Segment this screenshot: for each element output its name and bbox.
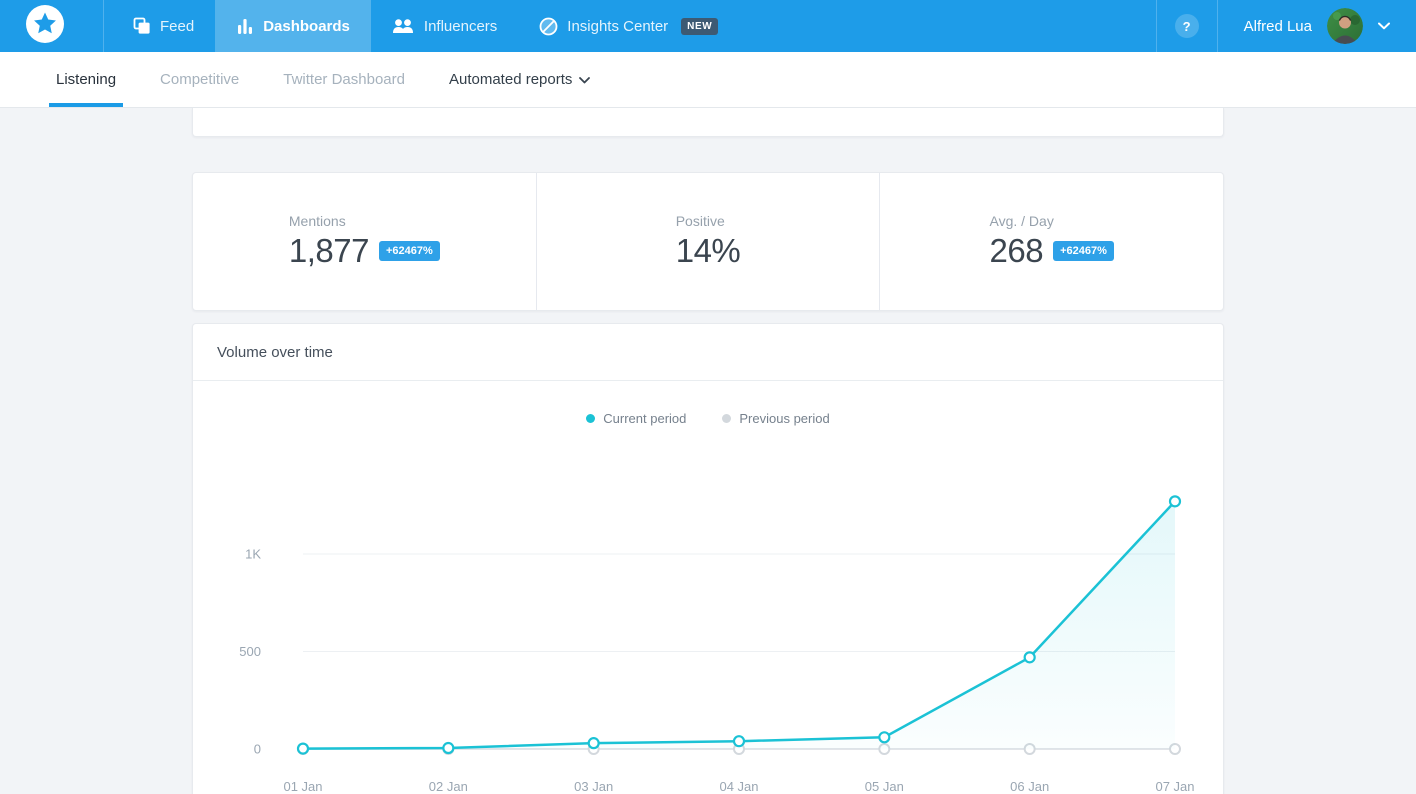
subnav-label: Automated reports: [449, 71, 572, 88]
card-header: Volume over time: [193, 324, 1223, 381]
nav-tab-label: Feed: [160, 18, 194, 35]
stat-value: 14%: [676, 232, 741, 270]
nav-tab-label: Influencers: [424, 18, 497, 35]
svg-text:0: 0: [254, 742, 261, 757]
stat-label: Mentions: [289, 213, 440, 229]
nav-tab-insights-center[interactable]: Insights Center NEW: [518, 0, 739, 52]
new-badge: NEW: [681, 18, 718, 35]
app-root: Feed Dashboards: [0, 0, 1416, 794]
subnav-label: Listening: [56, 71, 116, 88]
card-title: Volume over time: [217, 344, 333, 361]
svg-text:07 Jan: 07 Jan: [1155, 779, 1194, 794]
stat-label: Avg. / Day: [990, 213, 1114, 229]
nav-tab-influencers[interactable]: Influencers: [371, 0, 518, 52]
page-content: Mentions 1,877 +62467% Positive 14%: [192, 108, 1224, 794]
clipped-card: [192, 108, 1224, 137]
star-logo-icon: [26, 5, 64, 48]
subnav-tab-twitter-dashboard[interactable]: Twitter Dashboard: [283, 52, 405, 107]
svg-text:05 Jan: 05 Jan: [865, 779, 904, 794]
legend-label: Current period: [603, 411, 686, 426]
svg-text:01 Jan: 01 Jan: [283, 779, 322, 794]
subnav-label: Competitive: [160, 71, 239, 88]
people-icon: [392, 18, 415, 34]
chevron-down-icon: [579, 71, 590, 88]
stat-card-avg-day: Avg. / Day 268 +62467%: [879, 173, 1223, 310]
stat-card-positive: Positive 14%: [536, 173, 880, 310]
primary-nav-tabs: Feed Dashboards: [112, 0, 739, 52]
top-navbar: Feed Dashboards: [0, 0, 1416, 52]
feed-icon: [133, 17, 151, 35]
svg-text:02 Jan: 02 Jan: [429, 779, 468, 794]
stat-card-mentions: Mentions 1,877 +62467%: [193, 173, 536, 310]
topnav-spacer: [739, 0, 1155, 52]
help-wrap: ?: [1157, 0, 1217, 52]
svg-text:1K: 1K: [245, 547, 261, 562]
legend-item-previous[interactable]: Previous period: [722, 411, 829, 426]
insights-icon: [539, 17, 558, 36]
svg-text:03 Jan: 03 Jan: [574, 779, 613, 794]
legend-label: Previous period: [739, 411, 829, 426]
subnav-label: Twitter Dashboard: [283, 71, 405, 88]
user-menu[interactable]: Alfred Lua: [1218, 0, 1416, 52]
stats-row: Mentions 1,877 +62467% Positive 14%: [192, 172, 1224, 311]
secondary-navbar: Listening Competitive Twitter Dashboard …: [0, 52, 1416, 108]
question-mark-icon: ?: [1183, 19, 1191, 34]
nav-tab-feed[interactable]: Feed: [112, 0, 215, 52]
nav-divider: [103, 0, 104, 52]
volume-over-time-card: Volume over time Current period Previous…: [192, 323, 1224, 794]
chart-area: Current period Previous period 1K 500 0 01 …: [193, 381, 1223, 794]
brand-logo[interactable]: [26, 0, 64, 52]
help-button[interactable]: ?: [1175, 14, 1199, 38]
subnav-tab-competitive[interactable]: Competitive: [160, 52, 239, 107]
svg-text:06 Jan: 06 Jan: [1010, 779, 1049, 794]
subnav-dropdown-automated-reports[interactable]: Automated reports: [449, 52, 590, 107]
chevron-down-icon: [1378, 17, 1390, 35]
legend-item-current[interactable]: Current period: [586, 411, 686, 426]
avatar: [1327, 8, 1363, 44]
nav-tab-label: Insights Center: [567, 18, 668, 35]
svg-text:04 Jan: 04 Jan: [719, 779, 758, 794]
stat-change-badge: +62467%: [379, 241, 440, 261]
stat-label: Positive: [676, 213, 741, 229]
bar-chart-icon: [236, 18, 254, 35]
subnav-tab-listening[interactable]: Listening: [56, 52, 116, 107]
legend-dot-current: [586, 414, 595, 423]
user-name: Alfred Lua: [1244, 18, 1312, 35]
svg-text:500: 500: [239, 644, 261, 659]
nav-tab-label: Dashboards: [263, 18, 350, 35]
stat-change-badge: +62467%: [1053, 241, 1114, 261]
legend-dot-previous: [722, 414, 731, 423]
stat-value: 1,877: [289, 232, 369, 270]
volume-line-chart: 1K 500 0 01 Jan 02 Jan 03 Jan 04 Jan 05 Jan 06 J…: [193, 381, 1225, 794]
nav-tab-dashboards[interactable]: Dashboards: [215, 0, 371, 52]
chart-legend: Current period Previous period: [193, 411, 1223, 426]
stat-value: 268: [990, 232, 1044, 270]
